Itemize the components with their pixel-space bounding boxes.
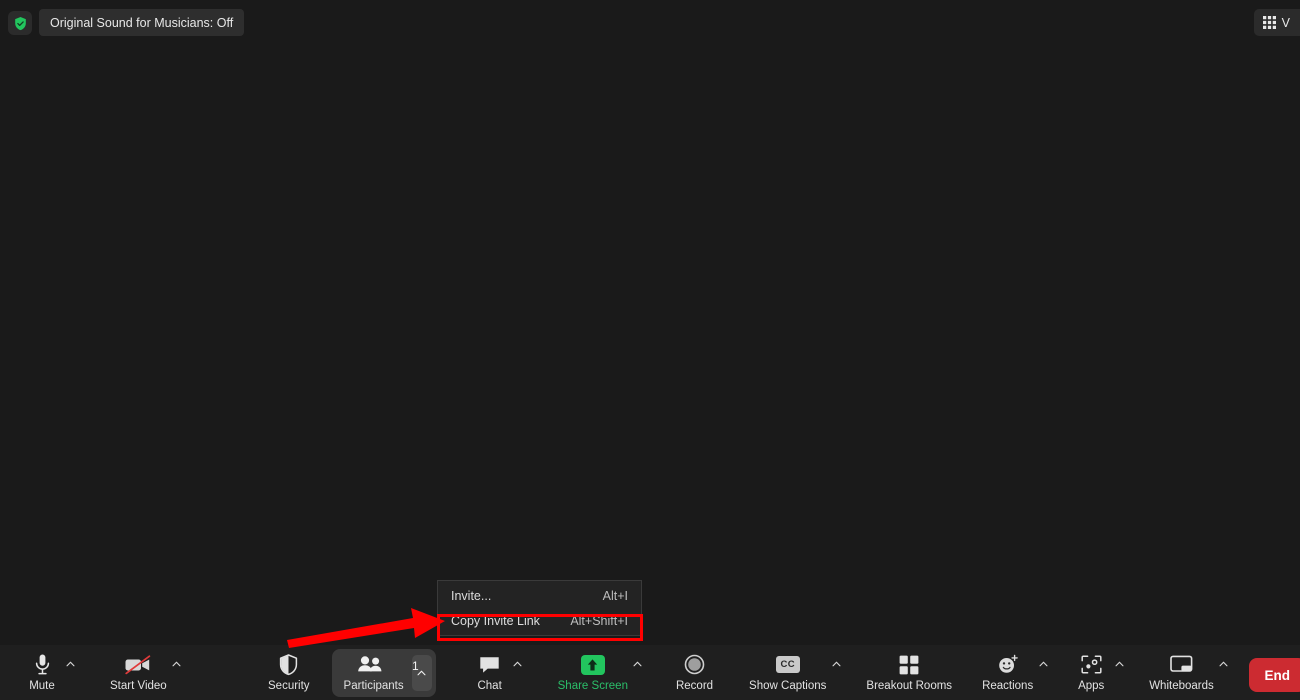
reactions-label: Reactions [982,679,1034,692]
chevron-up-icon [1115,661,1124,666]
end-meeting-label: End [1264,667,1291,683]
record-label: Record [675,679,714,692]
whiteboards-control-group: Whiteboards [1143,649,1232,697]
apps-button[interactable]: Apps [1067,649,1111,697]
show-captions-control-group: CC Show Captions [743,649,844,697]
chevron-up-icon [66,661,74,666]
chat-label: Chat [477,679,502,692]
chevron-up-icon [513,661,522,666]
chat-button[interactable]: Chat [466,649,510,697]
breakout-rooms-button[interactable]: Breakout Rooms [860,649,958,697]
show-captions-label: Show Captions [749,679,827,692]
security-button[interactable]: Security [262,649,316,697]
video-stage [0,45,1300,645]
start-video-label: Start Video [110,679,167,692]
whiteboards-options-caret[interactable] [1216,649,1232,697]
menu-item-copy-invite-link[interactable]: Copy Invite Link Alt+Shift+I [438,608,641,633]
apps-options-caret[interactable] [1111,649,1127,697]
participants-count: 1 [412,658,419,673]
mute-control-group: Mute [18,649,78,697]
menu-item-invite-shortcut: Alt+I [602,588,628,603]
apps-label: Apps [1078,679,1105,692]
chat-bubble-icon [479,653,500,677]
microphone-icon [35,653,50,677]
participants-button[interactable]: Participants [331,648,436,697]
show-captions-button[interactable]: CC Show Captions [743,649,828,697]
whiteboard-icon [1170,653,1193,677]
whiteboards-button[interactable]: Whiteboards [1143,649,1216,697]
original-sound-badge[interactable]: Original Sound for Musicians: Off [39,9,245,36]
view-button-label: V [1281,15,1290,30]
share-arrow-up-icon [580,653,605,677]
chevron-up-icon [633,661,642,666]
cc-icon: CC [775,653,800,677]
zoom-meeting-window: Original Sound for Musicians: Off V Invi… [0,0,1300,700]
apps-bracket-icon [1081,653,1102,677]
share-screen-button[interactable]: Share Screen [552,649,630,697]
people-icon [357,653,391,677]
whiteboards-label: Whiteboards [1149,679,1214,692]
start-video-control-group: Start Video [104,649,185,697]
mute-button[interactable]: Mute [18,649,62,697]
menu-item-copy-invite-link-shortcut: Alt+Shift+I [570,613,628,628]
view-button[interactable]: V [1253,9,1300,36]
menu-item-invite[interactable]: Invite... Alt+I [438,583,641,608]
menu-item-invite-label: Invite... [451,588,492,603]
participants-inner[interactable]: Participants [340,649,408,697]
chevron-up-icon [832,661,841,666]
participants-label: Participants [343,679,404,692]
start-video-options-caret[interactable] [169,649,185,697]
apps-control-group: Apps [1067,649,1127,697]
security-label: Security [268,679,310,692]
grid-squares-icon [899,653,919,677]
record-button[interactable]: Record [670,649,719,697]
video-off-icon [124,653,152,677]
toolbar-center-group: Security Participants 1 Chat Share Scree… [262,648,1232,697]
show-captions-options-caret[interactable] [828,649,844,697]
mute-options-caret[interactable] [62,649,78,697]
record-circle-icon [684,653,705,677]
reactions-options-caret[interactable] [1035,649,1051,697]
chevron-up-icon [172,661,181,666]
reactions-control-group: Reactions [976,649,1051,697]
share-screen-label: Share Screen [557,679,628,692]
participants-context-menu[interactable]: Invite... Alt+I Copy Invite Link Alt+Shi… [437,580,642,636]
reactions-button[interactable]: Reactions [976,649,1035,697]
chat-options-caret[interactable] [510,649,526,697]
menu-item-copy-invite-link-label: Copy Invite Link [451,613,540,628]
share-screen-control-group: Share Screen [552,649,646,697]
meeting-toolbar: Mute Start Video Security Participants 1… [0,645,1300,700]
original-sound-label: Original Sound for Musicians: Off [50,15,234,30]
shield-icon [279,653,298,677]
top-bar: Original Sound for Musicians: Off V [0,0,1300,45]
smiley-plus-icon [997,653,1019,677]
mute-label: Mute [29,679,55,692]
shield-check-icon[interactable] [8,11,32,35]
grid-view-icon [1262,16,1276,29]
share-screen-options-caret[interactable] [630,649,646,697]
breakout-rooms-label: Breakout Rooms [866,679,953,692]
chat-control-group: Chat [466,649,526,697]
shield-check-glyph [14,16,26,30]
toolbar-left-group: Mute Start Video [18,649,185,697]
chevron-up-icon [1219,661,1228,666]
end-meeting-button[interactable]: End [1248,658,1300,692]
cc-badge-label: CC [775,656,800,673]
start-video-button[interactable]: Start Video [104,649,169,697]
chevron-up-icon [1039,661,1048,666]
